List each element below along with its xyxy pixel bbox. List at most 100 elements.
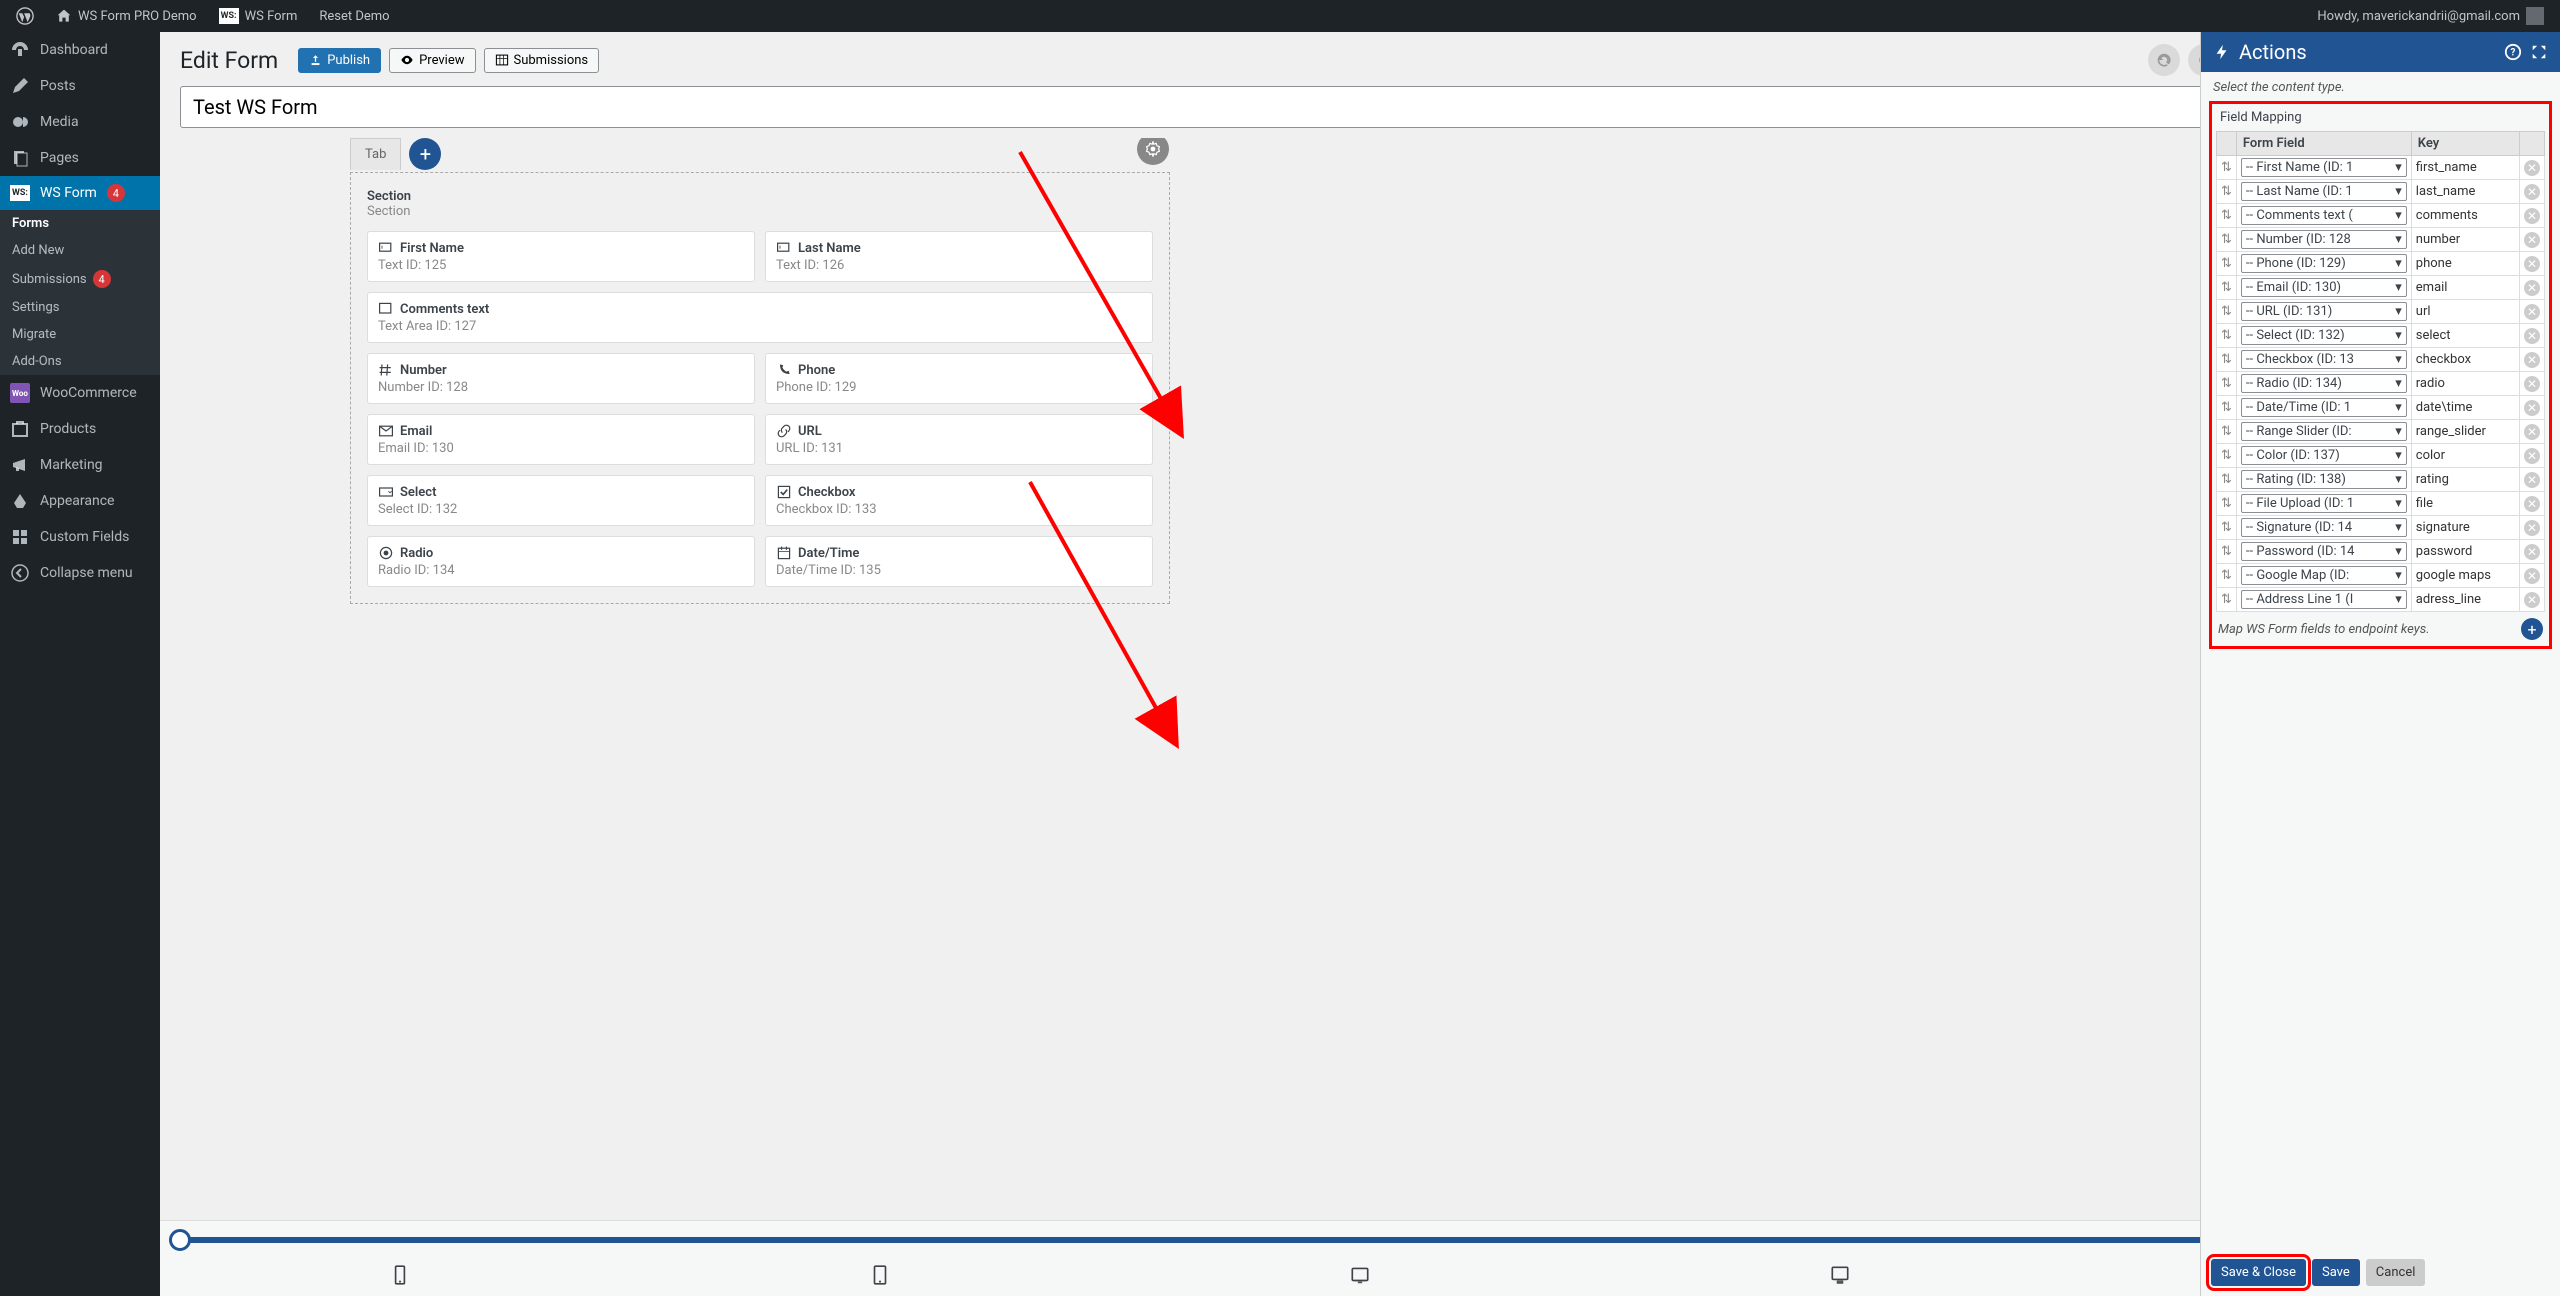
mapping-field-cell[interactable]: -- First Name (ID: 1▾ xyxy=(2236,156,2411,180)
drag-handle[interactable]: ⇅ xyxy=(2217,588,2237,612)
delete-row-button[interactable]: ✕ xyxy=(2524,184,2540,200)
delete-row-button[interactable]: ✕ xyxy=(2524,544,2540,560)
wordpress-logo[interactable] xyxy=(8,0,42,32)
mapping-field-cell[interactable]: -- Email (ID: 130)▾ xyxy=(2236,276,2411,300)
publish-button[interactable]: Publish xyxy=(298,48,381,73)
cancel-button[interactable]: Cancel xyxy=(2366,1259,2426,1286)
mapping-key-cell[interactable]: radio xyxy=(2411,372,2519,396)
mapping-field-cell[interactable]: -- Address Line 1 (I▾ xyxy=(2236,588,2411,612)
sub-settings[interactable]: Settings xyxy=(0,294,160,321)
delete-row-button[interactable]: ✕ xyxy=(2524,232,2540,248)
drag-handle[interactable]: ⇅ xyxy=(2217,516,2237,540)
mapping-key-cell[interactable]: select xyxy=(2411,324,2519,348)
mapping-key-cell[interactable]: comments xyxy=(2411,204,2519,228)
drag-handle[interactable]: ⇅ xyxy=(2217,252,2237,276)
delete-row-button[interactable]: ✕ xyxy=(2524,304,2540,320)
delete-row-button[interactable]: ✕ xyxy=(2524,472,2540,488)
delete-row-button[interactable]: ✕ xyxy=(2524,280,2540,296)
field-card[interactable]: First NameText ID: 125 xyxy=(367,231,755,282)
delete-row-button[interactable]: ✕ xyxy=(2524,496,2540,512)
form-name-input[interactable] xyxy=(180,86,2540,128)
mapping-key-cell[interactable]: password xyxy=(2411,540,2519,564)
mapping-key-cell[interactable]: signature xyxy=(2411,516,2519,540)
site-home-link[interactable]: WS Form PRO Demo xyxy=(48,0,205,32)
field-card[interactable]: Date/TimeDate/Time ID: 135 xyxy=(765,536,1153,587)
mapping-field-cell[interactable]: -- File Upload (ID: 1▾ xyxy=(2236,492,2411,516)
device-laptop-icon[interactable] xyxy=(1829,1264,1851,1286)
drag-handle[interactable]: ⇅ xyxy=(2217,180,2237,204)
delete-row-button[interactable]: ✕ xyxy=(2524,328,2540,344)
mapping-key-cell[interactable]: phone xyxy=(2411,252,2519,276)
mapping-field-cell[interactable]: -- Google Map (ID:▾ xyxy=(2236,564,2411,588)
mapping-key-cell[interactable]: adress_line xyxy=(2411,588,2519,612)
mapping-field-cell[interactable]: -- Radio (ID: 134)▾ xyxy=(2236,372,2411,396)
save-button[interactable]: Save xyxy=(2312,1259,2360,1286)
delete-row-button[interactable]: ✕ xyxy=(2524,448,2540,464)
mapping-field-cell[interactable]: -- Color (ID: 137)▾ xyxy=(2236,444,2411,468)
tab-item[interactable]: Tab xyxy=(350,138,401,170)
mapping-key-cell[interactable]: number xyxy=(2411,228,2519,252)
mapping-field-cell[interactable]: -- Select (ID: 132)▾ xyxy=(2236,324,2411,348)
field-card[interactable]: CheckboxCheckbox ID: 133 xyxy=(765,475,1153,526)
mapping-key-cell[interactable]: email xyxy=(2411,276,2519,300)
drag-handle[interactable]: ⇅ xyxy=(2217,564,2237,588)
mapping-field-cell[interactable]: -- Date/Time (ID: 1▾ xyxy=(2236,396,2411,420)
menu-collapse[interactable]: Collapse menu xyxy=(0,555,160,591)
mapping-field-cell[interactable]: -- Last Name (ID: 1▾ xyxy=(2236,180,2411,204)
mapping-field-cell[interactable]: -- Number (ID: 128▾ xyxy=(2236,228,2411,252)
drag-handle[interactable]: ⇅ xyxy=(2217,300,2237,324)
wsform-adminbar-link[interactable]: WS:WS Form xyxy=(211,0,306,32)
delete-row-button[interactable]: ✕ xyxy=(2524,160,2540,176)
undo-button[interactable] xyxy=(2148,44,2180,76)
delete-row-button[interactable]: ✕ xyxy=(2524,376,2540,392)
sub-migrate[interactable]: Migrate xyxy=(0,321,160,348)
sub-submissions[interactable]: Submissions4 xyxy=(0,264,160,294)
field-card[interactable]: EmailEmail ID: 130 xyxy=(367,414,755,465)
drag-handle[interactable]: ⇅ xyxy=(2217,156,2237,180)
drag-handle[interactable]: ⇅ xyxy=(2217,204,2237,228)
drag-handle[interactable]: ⇅ xyxy=(2217,468,2237,492)
device-phone-large-icon[interactable] xyxy=(869,1264,891,1286)
mapping-key-cell[interactable]: rating xyxy=(2411,468,2519,492)
mapping-key-cell[interactable]: first_name xyxy=(2411,156,2519,180)
drag-handle[interactable]: ⇅ xyxy=(2217,348,2237,372)
menu-media[interactable]: Media xyxy=(0,104,160,140)
mapping-key-cell[interactable]: range_slider xyxy=(2411,420,2519,444)
breakpoint-slider[interactable] xyxy=(180,1237,2453,1243)
mapping-field-cell[interactable]: -- Range Slider (ID:▾ xyxy=(2236,420,2411,444)
mapping-key-cell[interactable]: color xyxy=(2411,444,2519,468)
drag-handle[interactable]: ⇅ xyxy=(2217,444,2237,468)
drag-handle[interactable]: ⇅ xyxy=(2217,540,2237,564)
mapping-field-cell[interactable]: -- Password (ID: 14▾ xyxy=(2236,540,2411,564)
sub-add-new[interactable]: Add New xyxy=(0,237,160,264)
drag-handle[interactable]: ⇅ xyxy=(2217,228,2237,252)
delete-row-button[interactable]: ✕ xyxy=(2524,520,2540,536)
mapping-key-cell[interactable]: file xyxy=(2411,492,2519,516)
mapping-field-cell[interactable]: -- Phone (ID: 129)▾ xyxy=(2236,252,2411,276)
field-card[interactable]: RadioRadio ID: 134 xyxy=(367,536,755,587)
menu-dashboard[interactable]: Dashboard xyxy=(0,32,160,68)
mapping-key-cell[interactable]: checkbox xyxy=(2411,348,2519,372)
help-icon[interactable]: ? xyxy=(2504,43,2522,61)
menu-products[interactable]: Products xyxy=(0,411,160,447)
field-card[interactable]: Last NameText ID: 126 xyxy=(765,231,1153,282)
menu-wsform[interactable]: WS:WS Form4 xyxy=(0,176,160,210)
mapping-field-cell[interactable]: -- Signature (ID: 14▾ xyxy=(2236,516,2411,540)
menu-marketing[interactable]: Marketing xyxy=(0,447,160,483)
mapping-field-cell[interactable]: -- Rating (ID: 138)▾ xyxy=(2236,468,2411,492)
preview-button[interactable]: Preview xyxy=(389,48,475,73)
field-card[interactable]: Comments textText Area ID: 127 xyxy=(367,292,1153,343)
device-phone-icon[interactable] xyxy=(389,1264,411,1286)
menu-posts[interactable]: Posts xyxy=(0,68,160,104)
mapping-key-cell[interactable]: last_name xyxy=(2411,180,2519,204)
device-tablet-icon[interactable] xyxy=(1349,1264,1371,1286)
drag-handle[interactable]: ⇅ xyxy=(2217,492,2237,516)
mapping-field-cell[interactable]: -- Checkbox (ID: 13▾ xyxy=(2236,348,2411,372)
add-mapping-button[interactable]: + xyxy=(2521,618,2543,640)
mapping-key-cell[interactable]: date\time xyxy=(2411,396,2519,420)
save-close-button[interactable]: Save & Close xyxy=(2211,1259,2306,1286)
field-card[interactable]: PhonePhone ID: 129 xyxy=(765,353,1153,404)
sub-forms[interactable]: Forms xyxy=(0,210,160,237)
mapping-field-cell[interactable]: -- URL (ID: 131)▾ xyxy=(2236,300,2411,324)
mapping-field-cell[interactable]: -- Comments text (▾ xyxy=(2236,204,2411,228)
